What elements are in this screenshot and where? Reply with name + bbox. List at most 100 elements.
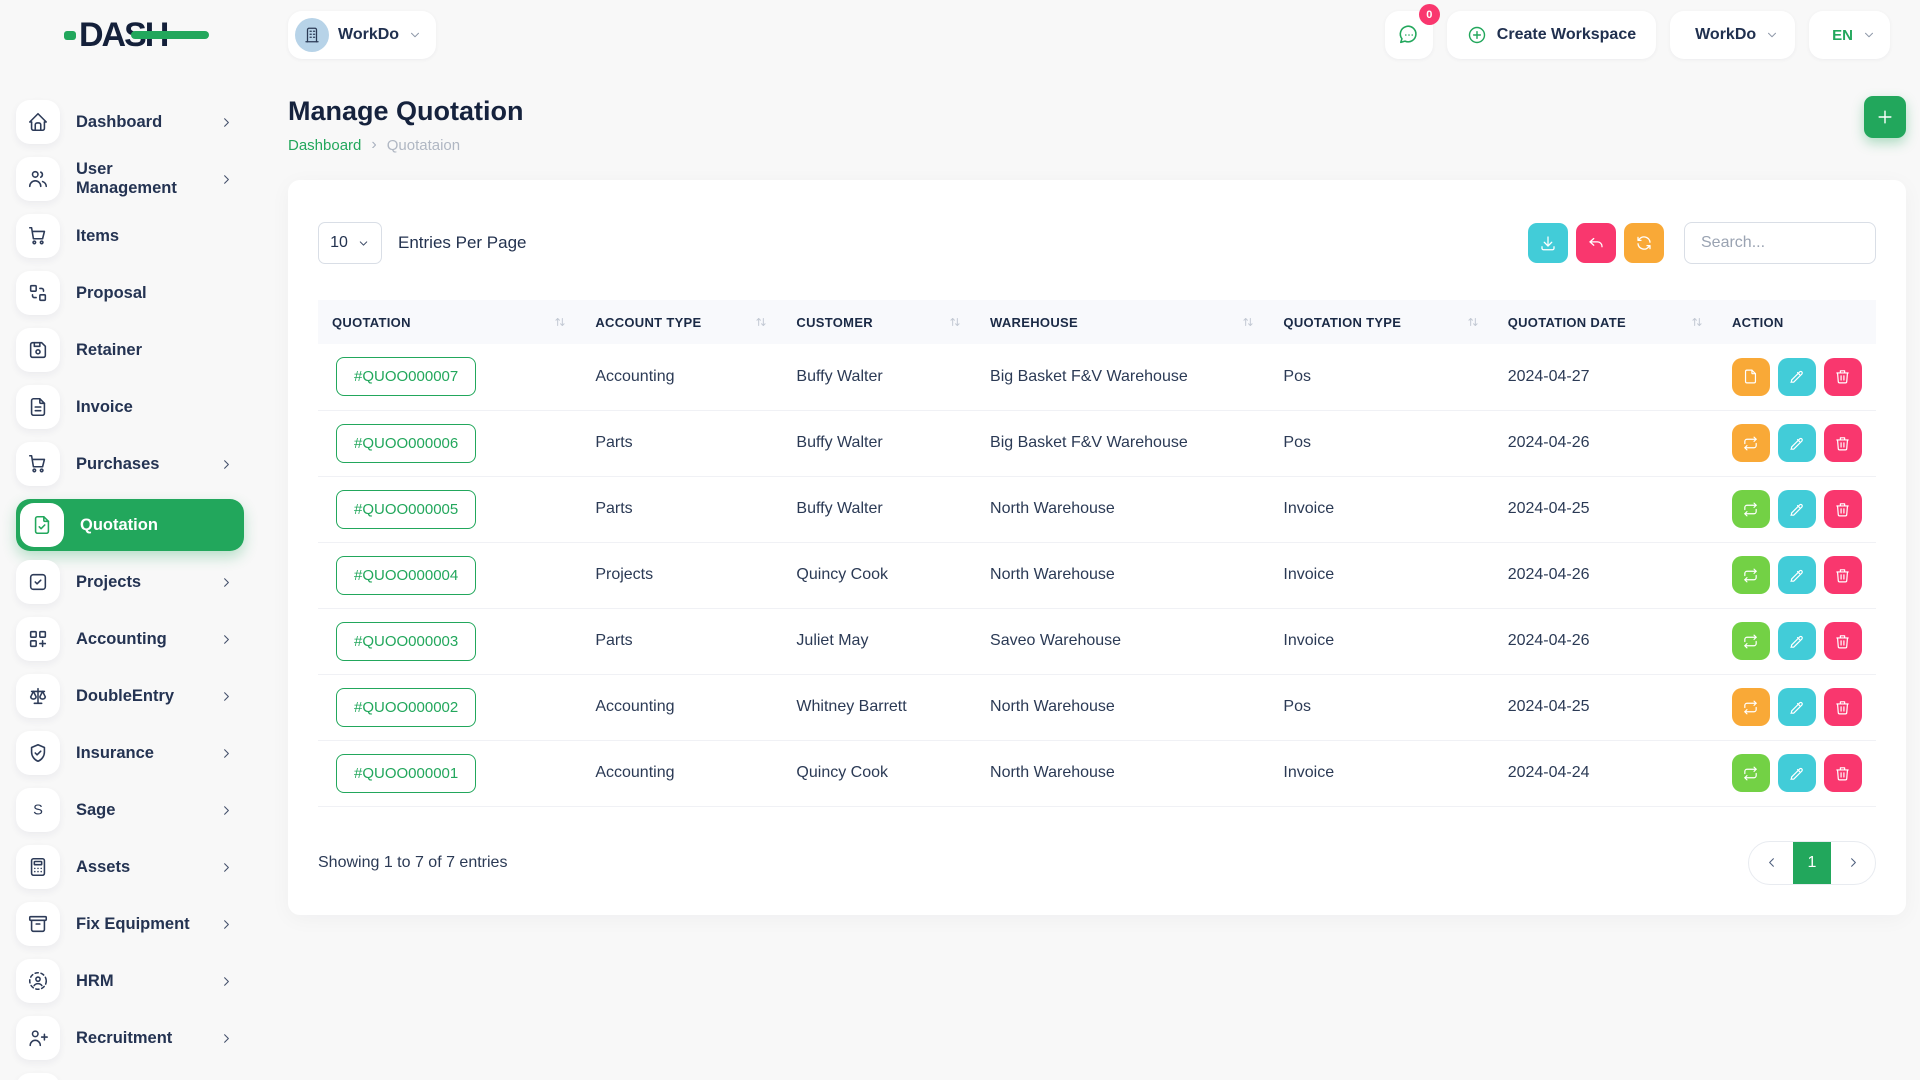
language-selector[interactable]: EN <box>1809 11 1890 59</box>
refresh-button[interactable] <box>1624 223 1664 263</box>
column-label: QUOTATION <box>332 315 411 330</box>
calculator-icon <box>16 845 60 889</box>
delete-button[interactable] <box>1824 754 1862 792</box>
quotation-date-cell: 2024-04-26 <box>1508 434 1590 451</box>
entries-per-page-select[interactable]: 10 <box>318 222 382 264</box>
col-customer: Juliet May <box>782 608 976 674</box>
app-logo[interactable]: DASH <box>64 18 167 52</box>
sidebar-item-dashboard[interactable]: Dashboard <box>16 100 244 144</box>
sidebar-item-doubleentry[interactable]: DoubleEntry <box>16 674 244 718</box>
col-quotation: #QUOO000007 <box>318 344 581 410</box>
convert-button[interactable] <box>1732 490 1770 528</box>
chevron-down-icon <box>1862 28 1876 42</box>
messages-button[interactable]: 0 <box>1385 11 1433 59</box>
account-type-cell: Projects <box>595 566 653 583</box>
sidebar-item-purchases[interactable]: Purchases <box>16 442 244 486</box>
sort-icon <box>948 315 962 329</box>
sidebar-item-label: Invoice <box>76 398 133 417</box>
workspace-selector[interactable]: WorkDo <box>288 11 436 59</box>
sidebar-item-recruitment[interactable]: Recruitment <box>16 1016 244 1060</box>
export-button[interactable] <box>1528 223 1568 263</box>
sidebar-item-proposal[interactable]: Proposal <box>16 271 244 315</box>
sidebar-item-retainer[interactable]: Retainer <box>16 328 244 372</box>
sidebar-item-sage[interactable]: SSage <box>16 788 244 832</box>
sidebar-item-quotation[interactable]: Quotation <box>16 499 244 551</box>
column-header-quotation-type[interactable]: QUOTATION TYPE <box>1269 300 1493 344</box>
table-row: #QUOO000002AccountingWhitney BarrettNort… <box>318 674 1876 740</box>
column-header-account-type[interactable]: ACCOUNT TYPE <box>581 300 782 344</box>
column-header-customer[interactable]: CUSTOMER <box>782 300 976 344</box>
trash-icon <box>1834 368 1851 385</box>
cart-icon <box>16 214 60 258</box>
convert-icon <box>1742 633 1759 650</box>
breadcrumb-dashboard-link[interactable]: Dashboard <box>288 137 361 154</box>
quotation-type-cell: Invoice <box>1283 566 1334 583</box>
quotation-badge[interactable]: #QUOO000007 <box>336 357 476 396</box>
column-header-action: ACTION <box>1718 300 1876 344</box>
edit-icon <box>1788 633 1805 650</box>
quotation-type-cell: Pos <box>1283 368 1311 385</box>
chat-icon <box>1398 24 1420 46</box>
convert-button[interactable] <box>1732 688 1770 726</box>
convert-button[interactable] <box>1732 556 1770 594</box>
col-account-type: Parts <box>581 608 782 674</box>
delete-button[interactable] <box>1824 424 1862 462</box>
column-header-quotation[interactable]: QUOTATION <box>318 300 581 344</box>
reset-button[interactable] <box>1576 223 1616 263</box>
sidebar-item-job-search[interactable]: Job Search <box>16 1073 244 1080</box>
pagination-prev-button[interactable] <box>1749 842 1793 884</box>
workspace-selector-label: WorkDo <box>338 26 399 44</box>
quotation-badge[interactable]: #QUOO000004 <box>336 556 476 595</box>
convert-button[interactable] <box>1732 424 1770 462</box>
col-warehouse: North Warehouse <box>976 674 1269 740</box>
column-header-warehouse[interactable]: WAREHOUSE <box>976 300 1269 344</box>
sidebar-item-user-management[interactable]: User Management <box>16 157 244 201</box>
convert-button[interactable] <box>1732 622 1770 660</box>
workspace-menu-button[interactable]: WorkDo <box>1670 11 1795 59</box>
sidebar-item-fix-equipment[interactable]: Fix Equipment <box>16 902 244 946</box>
delete-button[interactable] <box>1824 622 1862 660</box>
edit-button[interactable] <box>1778 358 1816 396</box>
view-button[interactable] <box>1732 358 1770 396</box>
sidebar-item-insurance[interactable]: Insurance <box>16 731 244 775</box>
edit-button[interactable] <box>1778 424 1816 462</box>
delete-button[interactable] <box>1824 490 1862 528</box>
create-workspace-button[interactable]: Create Workspace <box>1447 11 1656 59</box>
edit-button[interactable] <box>1778 688 1816 726</box>
convert-button[interactable] <box>1732 754 1770 792</box>
col-customer: Buffy Walter <box>782 344 976 410</box>
col-quotation-type: Invoice <box>1269 542 1493 608</box>
quotation-badge[interactable]: #QUOO000006 <box>336 424 476 463</box>
edit-icon <box>1788 435 1805 452</box>
edit-button[interactable] <box>1778 556 1816 594</box>
edit-button[interactable] <box>1778 622 1816 660</box>
retainer-icon <box>16 328 60 372</box>
quotation-badge[interactable]: #QUOO000003 <box>336 622 476 661</box>
sidebar-item-hrm[interactable]: HRM <box>16 959 244 1003</box>
col-customer: Whitney Barrett <box>782 674 976 740</box>
pagination-page-1[interactable]: 1 <box>1793 842 1831 884</box>
chevron-right-icon <box>219 575 234 590</box>
sidebar-item-accounting[interactable]: Accounting <box>16 617 244 661</box>
sidebar-item-projects[interactable]: Projects <box>16 560 244 604</box>
column-header-quotation-date[interactable]: QUOTATION DATE <box>1494 300 1718 344</box>
chevron-right-icon <box>219 974 234 989</box>
delete-button[interactable] <box>1824 556 1862 594</box>
table-row: #QUOO000004ProjectsQuincy CookNorth Ware… <box>318 542 1876 608</box>
search-input[interactable] <box>1684 222 1876 264</box>
sidebar-item-invoice[interactable]: Invoice <box>16 385 244 429</box>
quotation-badge[interactable]: #QUOO000005 <box>336 490 476 529</box>
projects-icon <box>16 560 60 604</box>
sidebar-item-assets[interactable]: Assets <box>16 845 244 889</box>
logo-bar <box>131 31 209 39</box>
customer-cell: Quincy Cook <box>796 566 888 583</box>
delete-button[interactable] <box>1824 688 1862 726</box>
sidebar-item-items[interactable]: Items <box>16 214 244 258</box>
pagination-next-button[interactable] <box>1831 842 1875 884</box>
quotation-badge[interactable]: #QUOO000002 <box>336 688 476 727</box>
delete-button[interactable] <box>1824 358 1862 396</box>
add-quotation-button[interactable] <box>1864 96 1906 138</box>
edit-button[interactable] <box>1778 490 1816 528</box>
edit-button[interactable] <box>1778 754 1816 792</box>
quotation-badge[interactable]: #QUOO000001 <box>336 754 476 793</box>
